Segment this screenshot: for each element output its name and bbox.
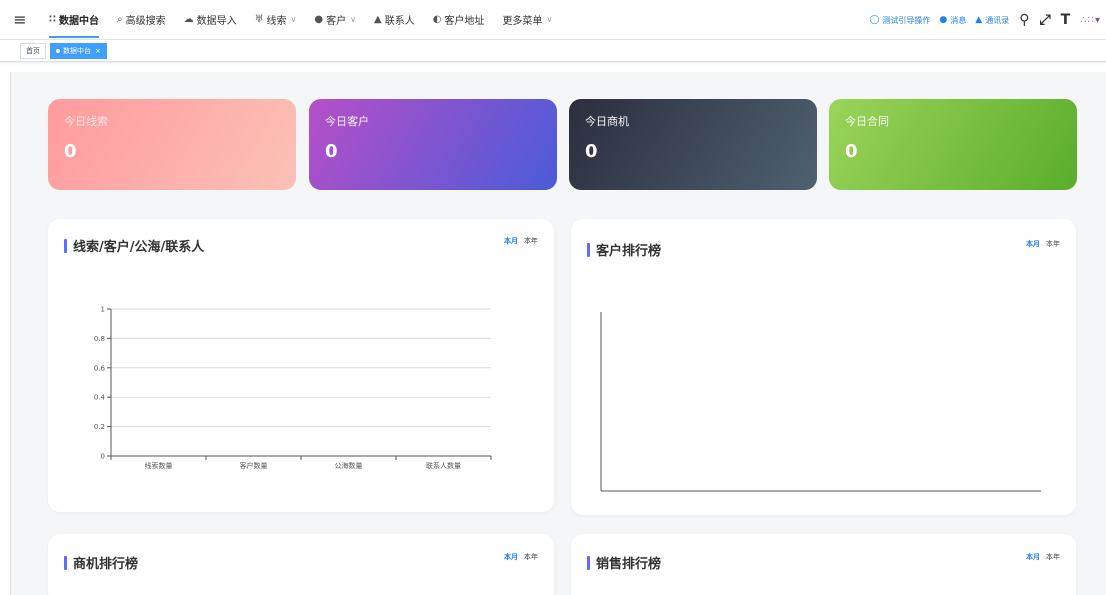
menu-item-6[interactable]: ◐ 客户地址 [424,0,494,40]
panel-leads-chart: 线索/客户/公海/联系人 本月 本年 0 0.2 0.4 0.6 0.8 1 线索数量 客户数… [48,219,554,512]
menu-item-label: 更多菜单 [502,16,543,27]
menu-icon: ☁ [183,14,194,25]
active-dot [56,48,60,53]
panel-customer-rank: 客户排行榜 本月 本年 [571,219,1076,515]
hamburger-icon[interactable]: ≡ [0,0,40,40]
stat-label: 今日合同 [845,115,889,128]
title-accent-bar [587,555,590,570]
menu-icon: ▲ [374,14,382,25]
tag-dashboard-label: 数据中台 [63,46,91,55]
period-year-button[interactable]: 本年 [1046,552,1060,562]
y-tick-label: 0.2 [94,423,105,431]
title-accent-bar [64,555,67,570]
stat-card-opportunities: 今日商机 0 [569,99,817,190]
message-link[interactable]: ● 消息 [939,15,966,26]
menu-item-1[interactable]: ⌕ 高级搜索 [108,0,175,40]
menu-icon: ♅ [254,14,264,25]
avatar-image: ∴∷ [1080,14,1095,26]
menu-item-label: 线索 [266,16,287,27]
menu-item-3[interactable]: ♅ 线索 ∨ [246,0,306,40]
tags-view: 首页 数据中台 × [0,40,1106,62]
period-switch: 本月 本年 [1020,552,1060,562]
chat-icon: ◯ [869,15,880,25]
x-tick-label: 联系人数量 [426,461,461,470]
guide-link[interactable]: ◯ 测试引导操作 [869,15,930,26]
stat-value: 0 [585,141,598,162]
user-icon: ▲ [975,15,983,25]
contacts-label: 通讯录 [985,15,1010,25]
y-tick-label: 0 [101,453,105,461]
stat-value: 0 [845,141,858,162]
period-switch: 本月 本年 [498,552,538,562]
tag-home[interactable]: 首页 [20,42,46,59]
panel-title-text: 商机排行榜 [73,557,139,572]
menu-icon: ◐ [432,14,442,25]
stat-label: 今日商机 [585,115,629,128]
stat-label: 今日客户 [325,115,369,128]
tag-home-label: 首页 [26,46,40,55]
customer-rank-chart [600,312,1041,492]
menu-icon: ⌕ [116,14,123,25]
message-label: 消息 [950,15,967,25]
search-icon[interactable]: ⚲ [1019,12,1029,28]
leads-bar-chart: 0 0.2 0.4 0.6 0.8 1 线索数量 客户数量 公海数量 联系人数量 [94,306,492,470]
chevron-down-icon: ∨ [546,15,553,24]
x-tick-label: 公海数量 [335,461,363,470]
y-tick-label: 0.4 [94,394,106,402]
stat-card-contracts: 今日合同 0 [829,99,1077,190]
menu-item-label: 数据导入 [196,16,237,27]
period-month-button[interactable]: 本月 [504,552,518,562]
panel-opportunity-rank: 商机排行榜 本月 本年 [48,534,554,595]
x-tick-label: 客户数量 [240,461,268,470]
chevron-down-icon: ∨ [350,15,356,24]
main-menu: ∷ 数据中台 ⌕ 高级搜索 ☁ 数据导入 ♅ 线索 ∨ ● 客户 ∨ ▲ 联系人 ◐ 客户地址 更多菜单 ∨ [40,0,561,40]
stat-value: 0 [64,141,77,162]
menu-item-label: 联系人 [384,16,415,27]
panel-sales-rank: 销售排行榜 本月 本年 [571,534,1076,595]
menu-item-label: 客户地址 [444,16,485,27]
y-tick-label: 0.6 [94,364,106,372]
y-tick-label: 1 [101,306,105,314]
menu-item-2[interactable]: ☁ 数据导入 [175,0,246,40]
panel-title: 商机排行榜 [64,553,138,572]
menu-item-label: 高级搜索 [125,16,166,27]
top-navbar: ≡ ∷ 数据中台 ⌕ 高级搜索 ☁ 数据导入 ♅ 线索 ∨ ● 客户 ∨ ▲ 联系人 ◐ 客户地址 更多菜单 ∨ … [0,0,1106,40]
contacts-link[interactable]: ▲ 通讯录 [975,15,1009,26]
menu-icon: ∷ [49,14,56,25]
period-month-button[interactable]: 本月 [1026,552,1040,562]
menu-item-label: 数据中台 [58,16,99,27]
menu-item-5[interactable]: ▲ 联系人 [365,0,424,40]
menu-item-7[interactable]: 更多菜单 ∨ [493,0,561,40]
close-icon[interactable]: × [95,47,101,55]
tag-dashboard[interactable]: 数据中台 × [50,42,107,59]
panel-title-text: 销售排行榜 [596,557,662,572]
fullscreen-icon[interactable]: ⤢ [1039,12,1050,28]
guide-label: 测试引导操作 [882,15,931,25]
font-size-icon[interactable]: T [1061,12,1071,28]
chevron-down-icon: ▾ [1094,14,1100,26]
menu-item-4[interactable]: ● 客户 ∨ [305,0,365,40]
panel-title: 销售排行榜 [587,553,661,572]
period-year-button[interactable]: 本年 [524,552,538,562]
menu-icon: ● [314,14,324,25]
bell-icon: ● [939,15,948,25]
stat-label: 今日线索 [64,115,108,128]
menu-item-label: 客户 [326,16,347,27]
y-tick-label: 0.8 [94,335,105,343]
stat-value: 0 [325,141,338,162]
right-toolbar: ◯ 测试引导操作 ● 消息 ▲ 通讯录 ⚲ ⤢ T ∴∷ ▾ [860,0,1100,40]
chevron-down-icon: ∨ [290,15,297,24]
avatar[interactable]: ∴∷ ▾ [1080,15,1100,26]
dashboard-main: 今日线索 0 今日客户 0 今日商机 0 今日合同 0 线索/客户/公海/联系人… [10,72,1106,595]
menu-item-0[interactable]: ∷ 数据中台 [40,0,108,40]
x-tick-label: 线索数量 [145,461,173,470]
stat-card-leads: 今日线索 0 [48,99,296,190]
stat-card-customers: 今日客户 0 [309,99,557,190]
